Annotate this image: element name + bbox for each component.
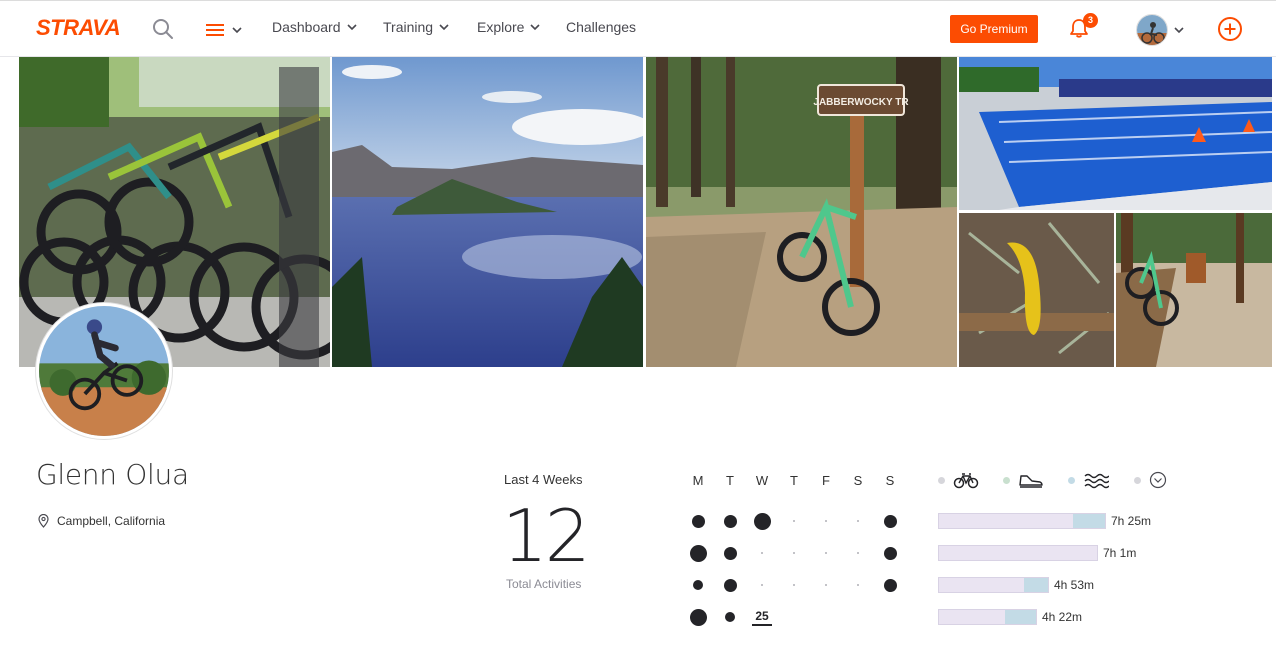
nav-challenges-label: Challenges — [566, 19, 637, 35]
nav-challenges[interactable]: Challenges — [566, 19, 636, 35]
calendar-activity-dot[interactable] — [691, 514, 705, 528]
calendar-activity-dot[interactable] — [723, 514, 737, 528]
trail-sign-text: JABBERWOCKY TR — [813, 97, 909, 108]
location-text: Campbell, California — [57, 514, 166, 528]
weekly-bar-row: 7h 25m — [938, 513, 1151, 529]
weekly-bar-row: 4h 22m — [938, 609, 1082, 625]
chevron-down-icon — [232, 26, 242, 33]
strava-logo[interactable]: STRAVA — [36, 15, 121, 41]
day-header: W — [755, 473, 769, 488]
chevron-down-icon — [1174, 26, 1184, 33]
calendar-empty-day — [857, 520, 859, 522]
day-header: F — [822, 473, 830, 488]
calendar-empty-day — [825, 520, 827, 522]
calendar-activity-dot[interactable] — [883, 546, 897, 560]
photo-bike-forest[interactable] — [1116, 213, 1272, 367]
weekly-bar — [938, 609, 1037, 625]
calendar-empty-day — [857, 584, 859, 586]
go-premium-button[interactable]: Go Premium — [950, 15, 1038, 43]
weekly-bar-label: 4h 53m — [1054, 578, 1095, 592]
top-nav: STRAVA Dashboard Training Explore Challe… — [0, 0, 1276, 57]
day-header: S — [853, 473, 863, 488]
sport-tab-run[interactable] — [1003, 471, 1044, 489]
calendar-activity-dot[interactable] — [689, 608, 707, 626]
sport-tab-swim[interactable] — [1068, 471, 1109, 489]
location-pin-icon — [38, 514, 49, 528]
calendar-empty-day — [761, 584, 763, 586]
weekly-bar-row: 4h 53m — [938, 577, 1094, 593]
profile-menu[interactable] — [1136, 14, 1184, 46]
calendar-empty-day — [825, 584, 827, 586]
calendar-activity-dot[interactable] — [883, 578, 897, 592]
total-activities-label: Total Activities — [506, 577, 582, 591]
chevron-down-icon — [530, 23, 541, 30]
menu-icon — [206, 24, 224, 36]
calendar-empty-day — [825, 552, 827, 554]
chevron-circle-icon — [1149, 471, 1167, 489]
nav-explore-label: Explore — [477, 19, 525, 35]
calendar-empty-day — [857, 552, 859, 554]
total-activities-count: 12 — [502, 494, 591, 578]
nav-training-label: Training — [383, 19, 434, 35]
sport-tab-more[interactable] — [1134, 471, 1167, 489]
calendar-empty-day — [761, 552, 763, 554]
sport-dot — [1003, 476, 1010, 484]
calendar-activity-dot[interactable] — [723, 546, 737, 560]
calendar-empty-day — [793, 552, 795, 554]
day-header: M — [692, 473, 704, 488]
photo-crater-lake[interactable] — [332, 57, 643, 367]
photo-banana-slug[interactable] — [959, 213, 1114, 367]
calendar-empty-day — [793, 584, 795, 586]
athlete-name: Glenn Olua — [36, 458, 189, 491]
today-date[interactable]: 25 — [752, 609, 772, 626]
weekly-bar-label: 4h 22m — [1042, 610, 1083, 624]
day-header: S — [885, 473, 895, 488]
weekly-bar-label: 7h 1m — [1103, 546, 1137, 560]
sport-dot — [1068, 476, 1075, 484]
profile-avatar[interactable] — [36, 303, 172, 439]
nav-explore[interactable]: Explore — [477, 19, 541, 35]
avatar — [1136, 14, 1168, 46]
bike-icon — [953, 473, 979, 489]
photo-swimming-pool[interactable] — [959, 57, 1272, 210]
weekly-bar-row: 7h 1m — [938, 545, 1136, 561]
calendar-empty-day — [793, 520, 795, 522]
weekly-bar-swim-segment — [1024, 578, 1048, 592]
day-header: T — [790, 473, 798, 488]
day-header: T — [726, 473, 734, 488]
shoe-icon — [1019, 475, 1043, 488]
calendar-activity-dot[interactable] — [753, 512, 771, 530]
athlete-location: Campbell, California — [38, 514, 165, 528]
nav-dashboard-label: Dashboard — [272, 19, 341, 35]
chevron-down-icon — [439, 23, 449, 30]
weekly-bar-swim-segment — [1005, 610, 1036, 624]
nav-training[interactable]: Training — [383, 19, 449, 35]
chevron-down-icon — [346, 23, 357, 30]
calendar-activity-dot[interactable] — [883, 514, 897, 528]
notification-badge: 3 — [1083, 13, 1098, 28]
photo-jabberwocky-trail[interactable]: JABBERWOCKY TR — [646, 57, 957, 367]
calendar-activity-dot[interactable] — [723, 578, 737, 592]
calendar-activity-dot[interactable] — [693, 580, 703, 590]
search-icon[interactable] — [152, 18, 174, 40]
plus-circle-icon[interactable] — [1217, 16, 1243, 42]
nav-dashboard[interactable]: Dashboard — [272, 19, 357, 35]
photo-banner: JABBERWOCKY TR — [19, 57, 1272, 367]
weekly-bar — [938, 577, 1049, 593]
weekly-bar-label: 7h 25m — [1111, 514, 1152, 528]
weekly-bar — [938, 513, 1106, 529]
period-label: Last 4 Weeks — [504, 472, 583, 487]
calendar-activity-dot[interactable] — [689, 544, 707, 562]
calendar-activity-dot[interactable] — [725, 612, 735, 622]
main-menu-button[interactable] — [206, 19, 242, 41]
weekly-bar-swim-segment — [1073, 514, 1105, 528]
weekly-bar — [938, 545, 1098, 561]
sport-dot — [1134, 476, 1141, 484]
sport-dot — [938, 476, 945, 484]
sport-tab-ride[interactable] — [938, 471, 979, 489]
swim-icon — [1084, 473, 1109, 489]
